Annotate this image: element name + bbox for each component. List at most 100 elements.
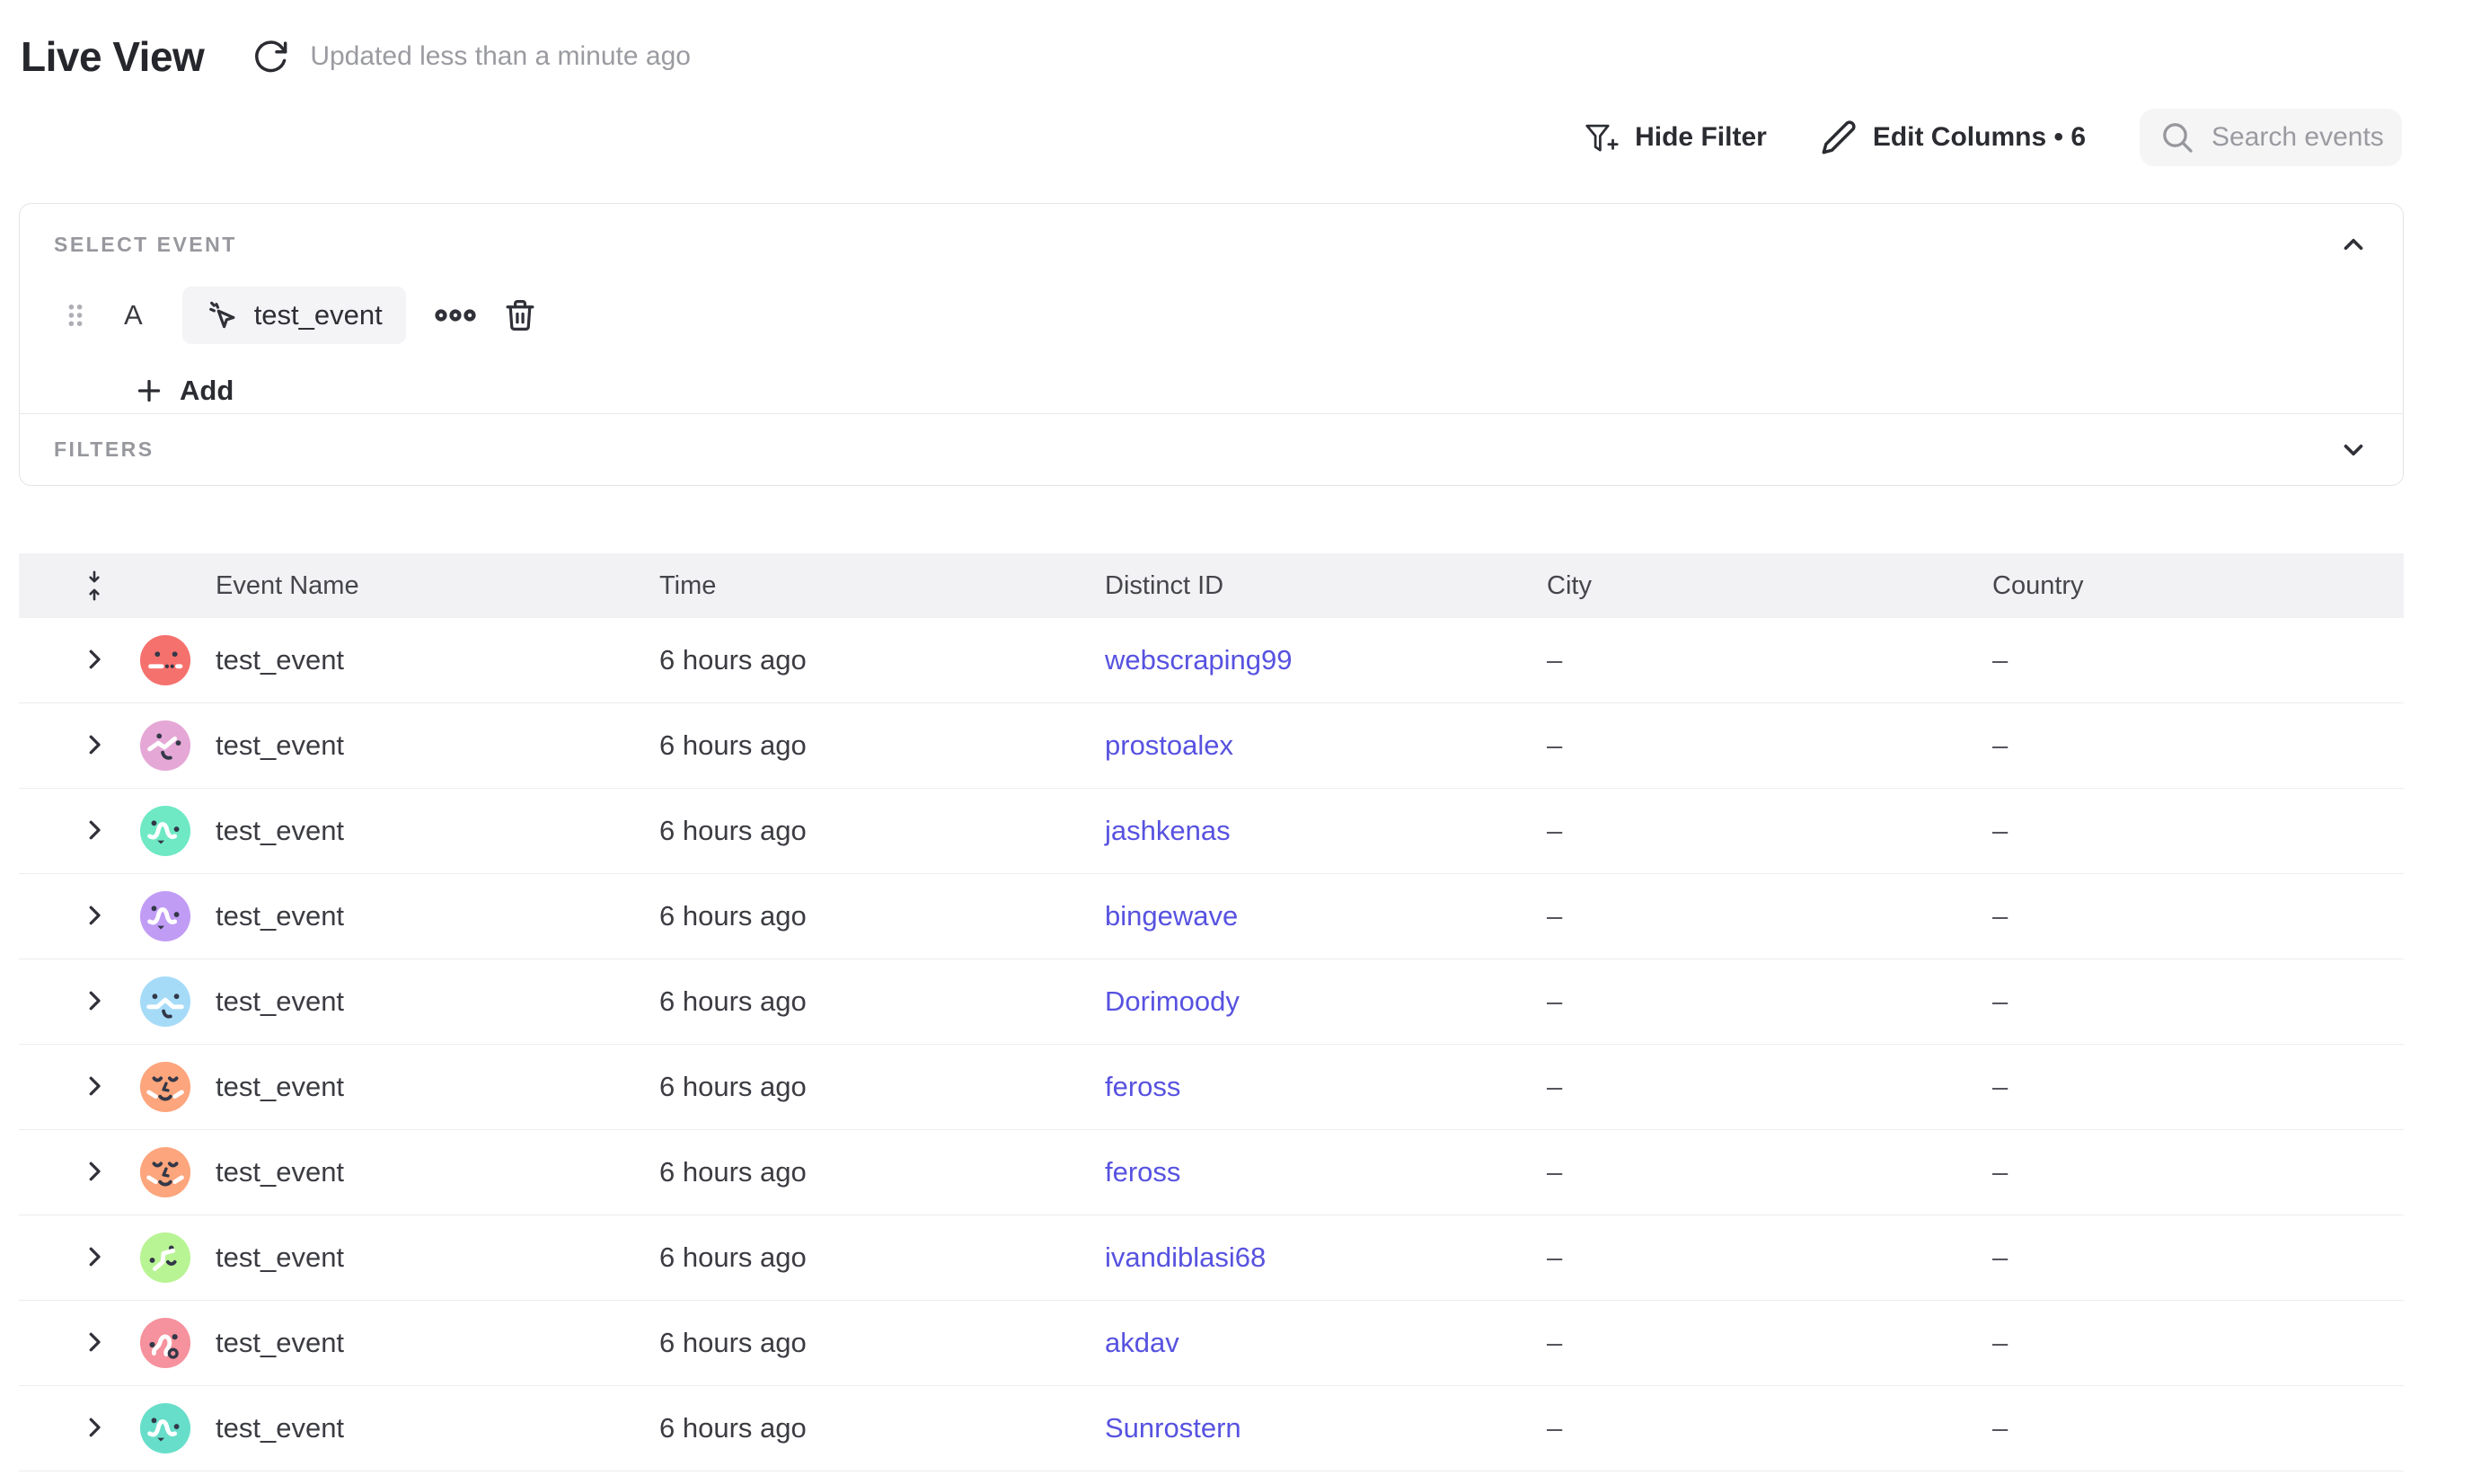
add-event-button[interactable]: Add — [133, 375, 234, 407]
expand-row-button[interactable] — [75, 1409, 114, 1448]
column-header-time[interactable]: Time — [659, 571, 1105, 601]
city-cell: – — [1547, 985, 1992, 1018]
plus-icon — [133, 375, 165, 407]
add-button-label: Add — [180, 375, 234, 407]
city-cell: – — [1547, 1156, 1992, 1188]
column-header-event-name[interactable]: Event Name — [216, 571, 659, 601]
chevron-right-icon — [81, 1414, 108, 1444]
search-box[interactable] — [2140, 109, 2402, 166]
distinct-id-link[interactable]: bingewave — [1105, 900, 1238, 932]
user-avatar — [139, 1317, 191, 1369]
event-name-cell: test_event — [216, 1327, 659, 1359]
distinct-id-link[interactable]: webscraping99 — [1105, 644, 1293, 676]
city-cell: – — [1547, 815, 1992, 847]
city-cell: – — [1547, 1327, 1992, 1359]
user-avatar — [139, 1402, 191, 1454]
distinct-id-link[interactable]: Sunrostern — [1105, 1412, 1241, 1444]
distinct-id-link[interactable]: ivandiblasi68 — [1105, 1241, 1266, 1273]
distinct-id-link[interactable]: akdav — [1105, 1327, 1179, 1358]
event-name-cell: test_event — [216, 815, 659, 847]
city-cell: – — [1547, 900, 1992, 932]
time-cell: 6 hours ago — [659, 985, 1105, 1018]
user-avatar — [139, 1232, 191, 1284]
table-row: test_event6 hours agoDorimoody –– — [19, 959, 2404, 1045]
event-chip-label: test_event — [254, 299, 383, 331]
expand-row-button[interactable] — [75, 1067, 114, 1107]
expand-row-button[interactable] — [75, 1323, 114, 1363]
chevron-right-icon — [81, 1158, 108, 1188]
expand-row-button[interactable] — [75, 640, 114, 680]
expand-row-button[interactable] — [75, 1238, 114, 1277]
time-cell: 6 hours ago — [659, 1327, 1105, 1359]
event-name-cell: test_event — [216, 1412, 659, 1444]
event-letter-label: A — [124, 299, 143, 331]
event-select-chip[interactable]: test_event — [182, 287, 406, 344]
chevron-right-icon — [81, 987, 108, 1017]
title-bar: Live View Updated less than a minute ago — [21, 32, 691, 81]
country-cell: – — [1992, 900, 2404, 932]
time-cell: 6 hours ago — [659, 1241, 1105, 1274]
country-cell: – — [1992, 1327, 2404, 1359]
expand-row-button[interactable] — [75, 726, 114, 765]
collapse-rows-icon — [83, 569, 106, 603]
hide-filter-button[interactable]: Hide Filter — [1583, 108, 1767, 167]
time-cell: 6 hours ago — [659, 1156, 1105, 1188]
expand-row-button[interactable] — [75, 1153, 114, 1192]
live-view-page: Live View Updated less than a minute ago… — [0, 0, 2472, 1484]
collapse-all-rows-button[interactable] — [75, 566, 114, 605]
country-cell: – — [1992, 1241, 2404, 1274]
time-cell: 6 hours ago — [659, 815, 1105, 847]
event-name-cell: test_event — [216, 1241, 659, 1274]
city-cell: – — [1547, 1412, 1992, 1444]
cursor-click-icon — [206, 298, 240, 332]
event-name-cell: test_event — [216, 1156, 659, 1188]
event-name-cell: test_event — [216, 900, 659, 932]
search-input[interactable] — [2212, 122, 2400, 153]
toolbar: Hide Filter Edit Columns • 6 — [1583, 108, 2402, 167]
edit-columns-button[interactable]: Edit Columns • 6 — [1821, 108, 2086, 167]
country-cell: – — [1992, 985, 2404, 1018]
user-avatar — [139, 1146, 191, 1198]
chevron-right-icon — [81, 1073, 108, 1102]
refresh-icon — [252, 38, 289, 75]
table-row: test_event6 hours agojashkenas–– — [19, 789, 2404, 874]
expand-row-button[interactable] — [75, 897, 114, 936]
event-name-cell: test_event — [216, 985, 659, 1018]
hide-filter-label: Hide Filter — [1635, 122, 1767, 153]
event-name-cell: test_event — [216, 1071, 659, 1103]
distinct-id-link[interactable]: feross — [1105, 1156, 1180, 1188]
trash-icon — [503, 297, 537, 333]
distinct-id-link[interactable]: jashkenas — [1105, 815, 1231, 846]
country-cell: – — [1992, 644, 2404, 676]
expand-row-button[interactable] — [75, 982, 114, 1021]
ellipsis-icon — [435, 305, 476, 325]
user-avatar — [139, 976, 191, 1028]
distinct-id-link[interactable]: prostoalex — [1105, 729, 1233, 761]
expand-row-button[interactable] — [75, 811, 114, 851]
user-avatar — [139, 890, 191, 942]
page-title: Live View — [21, 32, 204, 81]
time-cell: 6 hours ago — [659, 644, 1105, 676]
delete-event-button[interactable] — [503, 297, 537, 333]
column-header-distinct-id[interactable]: Distinct ID — [1105, 571, 1547, 601]
distinct-id-link[interactable]: feross — [1105, 1071, 1180, 1102]
city-cell: – — [1547, 729, 1992, 762]
event-name-cell: test_event — [216, 729, 659, 762]
column-header-country[interactable]: Country — [1992, 571, 2404, 601]
table-header: Event Name Time Distinct ID City Country — [19, 553, 2404, 618]
event-more-options-button[interactable] — [435, 305, 476, 325]
table-row: test_event6 hours agowebscraping99–– — [19, 618, 2404, 703]
table-row: test_event6 hours agoSunrostern–– — [19, 1386, 2404, 1471]
table-row: test_event6 hours agofeross–– — [19, 1130, 2404, 1215]
drag-handle-icon[interactable] — [65, 302, 86, 329]
search-icon — [2159, 119, 2195, 155]
city-cell: – — [1547, 1241, 1992, 1274]
user-avatar — [139, 634, 191, 686]
column-header-city[interactable]: City — [1547, 571, 1992, 601]
country-cell: – — [1992, 1071, 2404, 1103]
collapse-section-button[interactable] — [2338, 229, 2369, 260]
distinct-id-link[interactable]: Dorimoody — [1105, 985, 1240, 1017]
country-cell: – — [1992, 729, 2404, 762]
expand-filters-button[interactable] — [2338, 435, 2369, 465]
refresh-button[interactable] — [251, 37, 290, 76]
